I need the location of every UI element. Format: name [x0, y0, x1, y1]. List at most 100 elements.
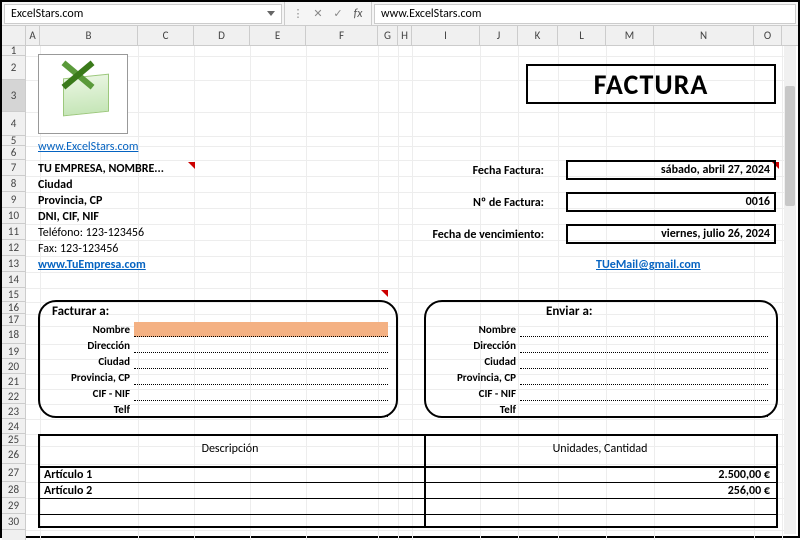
col-header-D[interactable]: D	[194, 26, 250, 45]
col-header-F[interactable]: F	[306, 26, 378, 45]
col-header-H[interactable]: H	[398, 26, 412, 45]
due-value-box: viernes, julio 26, 2024	[566, 224, 776, 244]
select-all-corner[interactable]	[2, 26, 26, 45]
bill-tax-input[interactable]	[134, 386, 388, 401]
row-header-7[interactable]: 7	[2, 160, 25, 176]
col-header-J[interactable]: J	[480, 26, 518, 45]
row-header-11[interactable]: 11	[2, 224, 25, 240]
cancel-icon[interactable]: ✕	[309, 5, 327, 23]
row-header-13[interactable]: 13	[2, 256, 25, 272]
ship-city-label: Ciudad	[434, 355, 520, 368]
col-header-E[interactable]: E	[250, 26, 306, 45]
excel-logo	[38, 54, 128, 134]
ship-tax-input[interactable]	[520, 386, 768, 401]
row-header-20[interactable]: 20	[2, 359, 25, 374]
col-header-N[interactable]: N	[654, 26, 754, 45]
formula-input[interactable]: www.ExcelStars.com	[374, 4, 796, 24]
ship-address-input[interactable]	[520, 338, 768, 353]
due-label: Fecha de vencimiento:	[424, 228, 544, 242]
ship-phone-input[interactable]	[520, 402, 768, 417]
row-header-4[interactable]: 4	[2, 112, 25, 136]
formula-bar: ExcelStars.com ⋮ ✕ ✓ fx www.ExcelStars.c…	[2, 2, 798, 26]
item-amount-1: 256,00 €	[426, 484, 770, 498]
col-header-C[interactable]: C	[138, 26, 194, 45]
spreadsheet: ABCDEFGHIJKLMNO 123456789101112131415161…	[2, 26, 798, 540]
col-header-L[interactable]: L	[558, 26, 606, 45]
row-header-23[interactable]: 23	[2, 404, 25, 419]
ship-city-input[interactable]	[520, 354, 768, 369]
comment-icon[interactable]	[188, 162, 195, 169]
col-header-O[interactable]: O	[754, 26, 782, 45]
email-link[interactable]: TUeMail@gmail.com	[596, 258, 701, 272]
comment-icon[interactable]	[381, 290, 388, 297]
row-header-27[interactable]: 27	[2, 464, 25, 482]
col-header-I[interactable]: I	[412, 26, 480, 45]
row-header-3[interactable]: 3	[2, 80, 25, 112]
bill-phone-input[interactable]	[134, 402, 388, 417]
date-value-box: sábado, abril 27, 2024	[566, 160, 776, 180]
bill-name-label: Nombre	[48, 323, 134, 336]
company-city: Ciudad	[38, 178, 73, 192]
row-header-15[interactable]: 15	[2, 288, 25, 302]
ship-province-label: Provincia, CP	[434, 371, 520, 384]
dots-icon[interactable]: ⋮	[289, 5, 307, 23]
date-label: Fecha Factura:	[424, 164, 544, 178]
row-header-28[interactable]: 28	[2, 482, 25, 498]
company-name: TU EMPRESA, NOMBRE...	[38, 162, 164, 176]
accept-icon[interactable]: ✓	[329, 5, 347, 23]
row-header-18[interactable]: 18	[2, 326, 25, 344]
row-header-29[interactable]: 29	[2, 498, 25, 514]
row-header-17[interactable]: 17	[2, 314, 25, 326]
chevron-down-icon[interactable]	[267, 11, 275, 16]
col-header-A[interactable]: A	[26, 26, 40, 45]
item-desc-1: Artículo 2	[44, 484, 92, 498]
col-header-G[interactable]: G	[378, 26, 398, 45]
company-fax: Fax: 123-123456	[38, 242, 118, 256]
bill-province-input[interactable]	[134, 370, 388, 385]
bill-tax-label: CIF - NIF	[48, 387, 134, 400]
excel-icon	[55, 66, 111, 122]
cell-grid[interactable]: FACTURA www.ExcelStars.com TU EMPRESA, N…	[26, 46, 796, 540]
row-header-2[interactable]: 2	[2, 56, 25, 80]
row-header-19[interactable]: 19	[2, 344, 25, 359]
col-header-K[interactable]: K	[518, 26, 558, 45]
row-header-6[interactable]: 6	[2, 146, 25, 160]
row-header-8[interactable]: 8	[2, 176, 25, 192]
name-box-value: ExcelStars.com	[11, 7, 83, 21]
bill-city-input[interactable]	[134, 354, 388, 369]
company-phone: Teléfono: 123-123456	[38, 226, 144, 240]
row-header-5[interactable]: 5	[2, 136, 25, 146]
row-header-1[interactable]: 1	[2, 46, 25, 56]
row-header-21[interactable]: 21	[2, 374, 25, 389]
row-header-25[interactable]: 25	[2, 434, 25, 446]
scrollbar-thumb[interactable]	[785, 86, 795, 206]
date-value: sábado, abril 27, 2024	[661, 163, 770, 177]
name-box[interactable]: ExcelStars.com	[4, 4, 282, 24]
company-web[interactable]: www.TuEmpresa.com	[38, 258, 146, 272]
row-header-30[interactable]: 30	[2, 514, 25, 530]
invoice-title: FACTURA	[526, 64, 776, 104]
bill-address-label: Dirección	[48, 339, 134, 352]
bill-phone-label: Telf	[48, 403, 134, 416]
row-header-24[interactable]: 24	[2, 419, 25, 434]
ship-name-input[interactable]	[520, 322, 768, 337]
row-header-26[interactable]: 26	[2, 446, 25, 464]
ship-province-input[interactable]	[520, 370, 768, 385]
site-link[interactable]: www.ExcelStars.com	[38, 140, 138, 154]
row-header-12[interactable]: 12	[2, 240, 25, 256]
bill-name-input[interactable]	[134, 322, 388, 337]
vertical-scrollbar[interactable]	[784, 46, 796, 534]
qty-header: Unidades, Cantidad	[424, 442, 776, 456]
row-header-9[interactable]: 9	[2, 192, 25, 208]
col-header-B[interactable]: B	[40, 26, 138, 45]
row-header-22[interactable]: 22	[2, 389, 25, 404]
ship-tax-label: CIF - NIF	[434, 387, 520, 400]
fx-icon[interactable]: fx	[349, 5, 367, 23]
num-label: Nº de Factura:	[424, 196, 544, 210]
ship-phone-label: Telf	[434, 403, 520, 416]
bill-address-input[interactable]	[134, 338, 388, 353]
bill-to-title: Facturar a:	[52, 304, 109, 319]
row-header-14[interactable]: 14	[2, 272, 25, 288]
row-header-10[interactable]: 10	[2, 208, 25, 224]
col-header-M[interactable]: M	[606, 26, 654, 45]
